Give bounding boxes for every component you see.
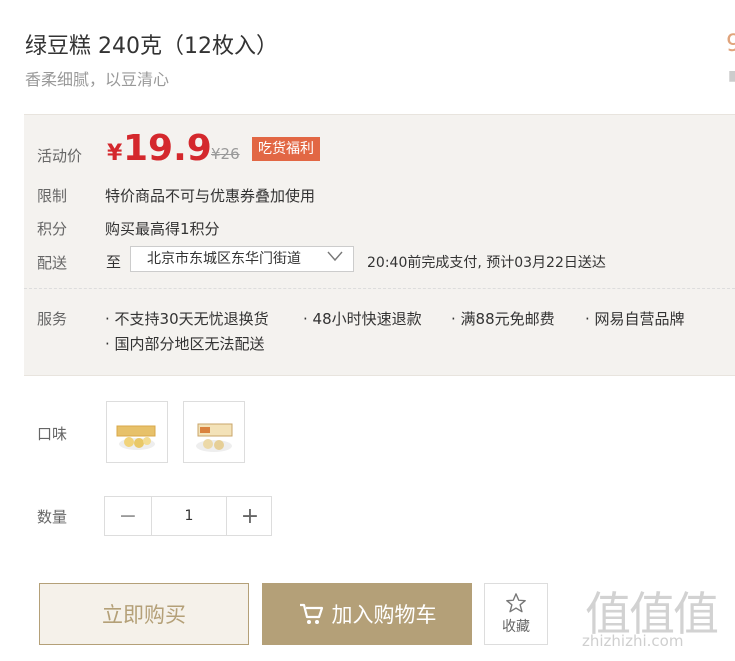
quantity-input[interactable]: 1 bbox=[151, 497, 227, 535]
price-value: 19.9 bbox=[123, 128, 212, 169]
points-label: 积分 bbox=[37, 220, 68, 238]
cart-icon bbox=[298, 602, 324, 626]
cut-off-mark: ■ bbox=[728, 68, 735, 84]
add-to-cart-button[interactable]: 加入购物车 bbox=[262, 583, 472, 645]
product-thumbnail-image bbox=[116, 425, 156, 450]
panel-divider bbox=[24, 288, 735, 289]
buy-now-button[interactable]: 立即购买 bbox=[39, 583, 249, 645]
delivery-label: 配送 bbox=[37, 254, 68, 272]
limit-label: 限制 bbox=[37, 187, 68, 205]
address-select[interactable]: 北京市东城区东华门街道 bbox=[130, 246, 354, 272]
chevron-down-icon[interactable] bbox=[326, 248, 344, 268]
cut-off-text: 9 bbox=[726, 29, 735, 57]
delivery-eta: 20:40前完成支付, 预计03月22日送达 bbox=[367, 255, 606, 271]
buy-now-label: 立即购买 bbox=[102, 603, 186, 627]
watermark-url: zhizhizhi.com bbox=[582, 632, 684, 650]
delivery-to: 至 bbox=[106, 253, 122, 271]
increment-button[interactable]: + bbox=[227, 497, 273, 535]
product-title: 绿豆糕 240克（12枚入） bbox=[25, 34, 278, 59]
favorite-label: 收藏 bbox=[502, 619, 530, 635]
star-icon bbox=[505, 592, 527, 614]
service-item: · 国内部分地区无法配送 bbox=[105, 335, 265, 353]
original-price: ¥26 bbox=[211, 145, 240, 163]
favorite-button[interactable]: 收藏 bbox=[484, 583, 548, 645]
product-subtitle: 香柔细腻，以豆清心 bbox=[25, 70, 170, 89]
limit-text: 特价商品不可与优惠券叠加使用 bbox=[105, 187, 316, 205]
price-label: 活动价 bbox=[37, 147, 83, 165]
flavor-option[interactable] bbox=[183, 401, 245, 463]
product-thumbnail-image bbox=[196, 423, 233, 452]
add-to-cart-label: 加入购物车 bbox=[331, 603, 437, 627]
price-currency: ¥ bbox=[107, 141, 123, 166]
points-text: 购买最高得1积分 bbox=[105, 220, 220, 238]
service-item: · 满88元免邮费 bbox=[451, 310, 555, 328]
address-value: 北京市东城区东华门街道 bbox=[147, 251, 301, 267]
service-item: · 48小时快速退款 bbox=[303, 310, 422, 328]
service-item: · 网易自营品牌 bbox=[585, 310, 685, 328]
flavor-label: 口味 bbox=[37, 425, 68, 443]
service-item: · 不支持30天无忧退换货 bbox=[105, 310, 269, 328]
service-label: 服务 bbox=[37, 310, 68, 328]
quantity-label: 数量 bbox=[37, 508, 68, 526]
flavor-option[interactable] bbox=[106, 401, 168, 463]
decrement-button[interactable]: − bbox=[105, 497, 151, 535]
promo-badge: 吃货福利 bbox=[252, 137, 320, 161]
